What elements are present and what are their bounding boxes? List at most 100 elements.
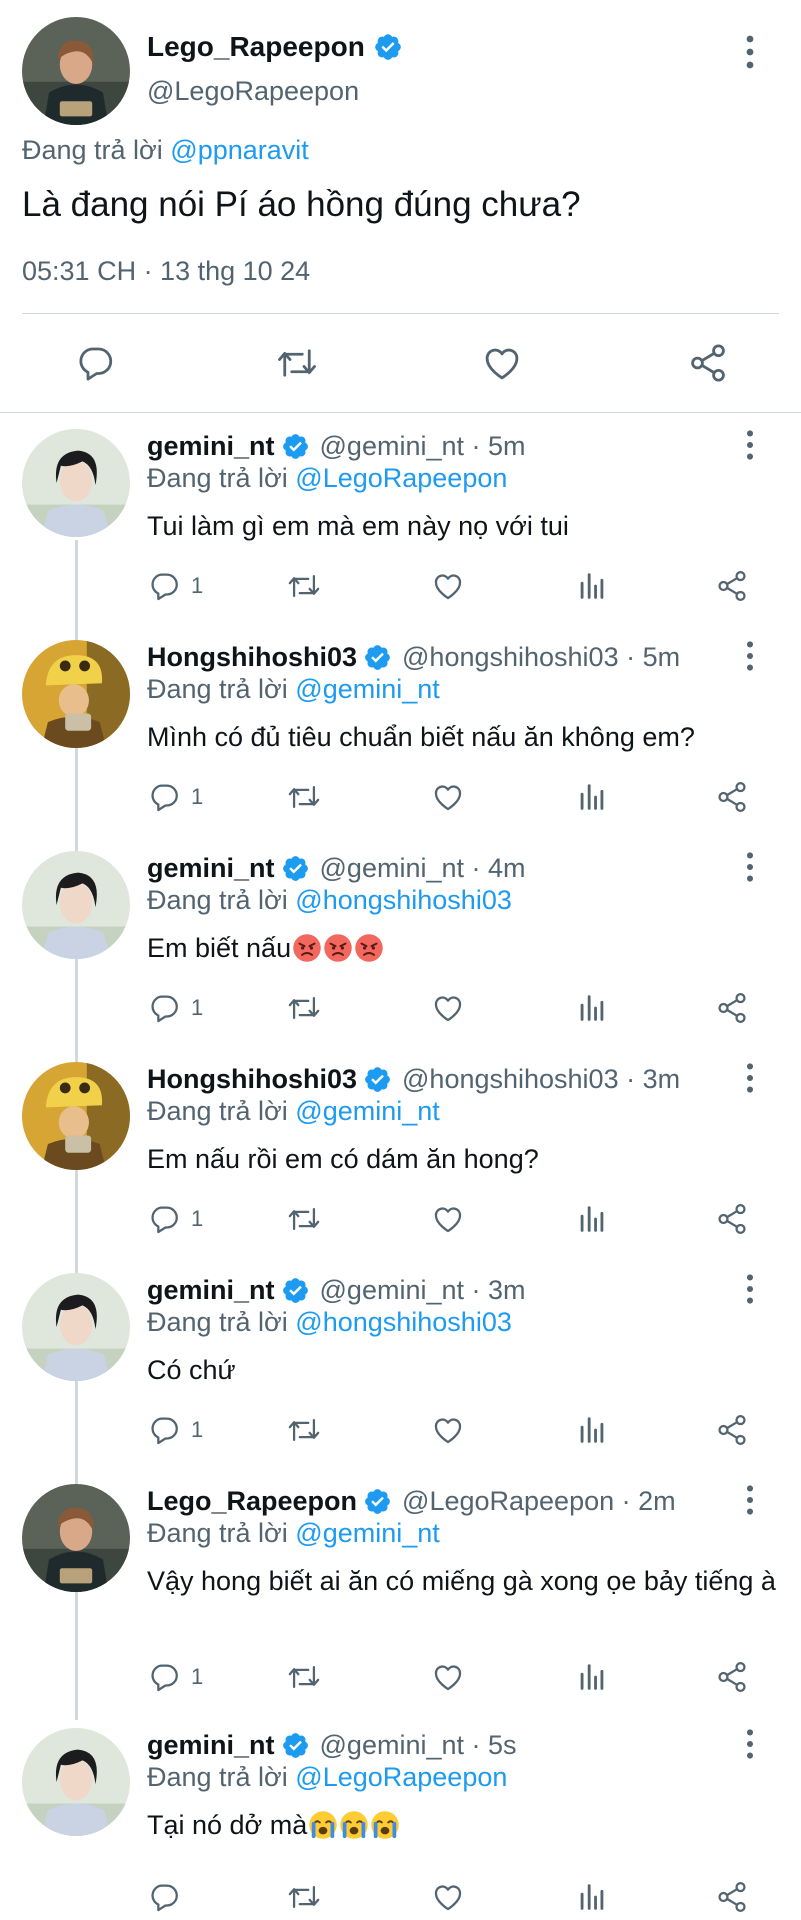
replying-to-handle[interactable]: @gemini_nt (295, 1518, 439, 1548)
reply-button[interactable]: 1 (147, 780, 203, 814)
verified-badge-icon (281, 432, 310, 461)
replying-to-handle[interactable]: @LegoRapeepon (295, 463, 507, 493)
tweet-timestamp[interactable]: 05:31 CH · 13 thg 10 24 (22, 256, 310, 287)
author-row[interactable]: gemini_nt @gemini_nt · 3m (147, 1273, 526, 1307)
views-button[interactable] (575, 991, 609, 1025)
retweet-button[interactable] (287, 1413, 321, 1447)
author-row[interactable]: gemini_nt @gemini_nt · 4m (147, 851, 526, 885)
like-button[interactable] (431, 991, 465, 1025)
replying-to-handle[interactable]: @LegoRapeepon (295, 1762, 507, 1792)
verified-badge-icon (281, 1731, 310, 1760)
author-handle[interactable]: @LegoRapeepon (147, 76, 359, 107)
more-options-icon[interactable] (745, 34, 755, 75)
retweet-button[interactable] (276, 342, 318, 384)
avatar[interactable] (22, 1484, 130, 1592)
retweet-button[interactable] (287, 569, 321, 603)
more-options-icon[interactable] (745, 1484, 755, 1521)
retweet-button[interactable] (287, 1880, 321, 1914)
like-button[interactable] (431, 569, 465, 603)
reply-button[interactable] (147, 1880, 191, 1914)
avatar[interactable] (22, 429, 130, 537)
like-button[interactable] (481, 342, 523, 384)
share-button[interactable] (715, 1660, 749, 1694)
more-options-icon[interactable] (745, 429, 755, 466)
more-options-icon[interactable] (745, 1273, 755, 1310)
share-button[interactable] (715, 1413, 749, 1447)
views-button[interactable] (575, 569, 609, 603)
retweet-button[interactable] (287, 1202, 321, 1236)
share-button[interactable] (715, 1880, 749, 1914)
like-button[interactable] (431, 1413, 465, 1447)
more-options-icon[interactable] (745, 1728, 755, 1765)
reply-button[interactable]: 1 (147, 991, 203, 1025)
retweet-button[interactable] (287, 1660, 321, 1694)
share-button[interactable] (715, 569, 749, 603)
share-button[interactable] (715, 1202, 749, 1236)
replying-to-label: Đang trả lời (147, 463, 288, 493)
views-button[interactable] (575, 1660, 609, 1694)
author-handle[interactable]: @gemini_nt · 3m (320, 1275, 526, 1306)
more-options-icon[interactable] (745, 851, 755, 888)
retweet-button[interactable] (287, 991, 321, 1025)
avatar[interactable] (22, 17, 130, 125)
avatar[interactable] (22, 1273, 130, 1381)
reply-icon (147, 780, 181, 814)
analytics-icon (575, 1202, 609, 1236)
like-button[interactable] (431, 1660, 465, 1694)
display-name[interactable]: Lego_Rapeepon (147, 1486, 357, 1517)
share-icon (687, 342, 729, 384)
verified-badge-icon (363, 1487, 392, 1516)
share-icon (715, 780, 749, 814)
author-row[interactable]: Hongshihoshi03 @hongshihoshi03 · 3m (147, 1062, 680, 1096)
views-button[interactable] (575, 1880, 609, 1914)
display-name[interactable]: Hongshihoshi03 (147, 642, 357, 673)
reply-button[interactable]: 1 (147, 1202, 203, 1236)
display-name[interactable]: gemini_nt (147, 853, 275, 884)
author-row[interactable]: Lego_Rapeepon @LegoRapeepon · 2m (147, 1484, 676, 1518)
more-options-icon[interactable] (745, 1062, 755, 1099)
reply-button[interactable] (74, 342, 116, 384)
display-name[interactable]: gemini_nt (147, 1730, 275, 1761)
more-options-icon[interactable] (745, 640, 755, 677)
avatar[interactable] (22, 1728, 130, 1836)
author-handle[interactable]: @gemini_nt · 5m (320, 431, 526, 462)
views-button[interactable] (575, 1413, 609, 1447)
avatar[interactable] (22, 851, 130, 959)
share-button[interactable] (715, 991, 749, 1025)
author-row[interactable]: Hongshihoshi03 @hongshihoshi03 · 5m (147, 640, 680, 674)
author-handle[interactable]: @hongshihoshi03 · 5m (402, 642, 680, 673)
display-name[interactable]: Hongshihoshi03 (147, 1064, 357, 1095)
views-button[interactable] (575, 780, 609, 814)
replying-to-handle[interactable]: @ppnaravit (170, 135, 308, 165)
avatar[interactable] (22, 640, 130, 748)
verified-badge-icon (363, 1065, 392, 1094)
replying-to-handle[interactable]: @gemini_nt (295, 674, 439, 704)
author-row[interactable]: gemini_nt @gemini_nt · 5m (147, 429, 526, 463)
like-button[interactable] (431, 780, 465, 814)
reply-button[interactable]: 1 (147, 1413, 203, 1447)
reply-button[interactable]: 1 (147, 1660, 203, 1694)
share-button[interactable] (715, 780, 749, 814)
like-button[interactable] (431, 1202, 465, 1236)
display-name[interactable]: gemini_nt (147, 431, 275, 462)
views-button[interactable] (575, 1202, 609, 1236)
author-row[interactable]: Lego_Rapeepon (147, 30, 413, 64)
replying-to-handle[interactable]: @hongshihoshi03 (295, 885, 512, 915)
like-button[interactable] (431, 1880, 465, 1914)
tweet-text: Có chứ (147, 1355, 236, 1385)
author-row[interactable]: gemini_nt @gemini_nt · 5s (147, 1728, 517, 1762)
replying-to-handle[interactable]: @gemini_nt (295, 1096, 439, 1126)
replying-to-label: Đang trả lời (147, 885, 288, 915)
author-handle[interactable]: @LegoRapeepon · 2m (402, 1486, 676, 1517)
replying-to-handle[interactable]: @hongshihoshi03 (295, 1307, 512, 1337)
author-handle[interactable]: @hongshihoshi03 · 3m (402, 1064, 680, 1095)
display-name[interactable]: gemini_nt (147, 1275, 275, 1306)
retweet-button[interactable] (287, 780, 321, 814)
display-name[interactable]: Lego_Rapeepon (147, 31, 365, 63)
analytics-icon (575, 1413, 609, 1447)
author-handle[interactable]: @gemini_nt · 4m (320, 853, 526, 884)
author-handle[interactable]: @gemini_nt · 5s (320, 1730, 517, 1761)
avatar[interactable] (22, 1062, 130, 1170)
share-button[interactable] (687, 342, 729, 384)
reply-button[interactable]: 1 (147, 569, 203, 603)
